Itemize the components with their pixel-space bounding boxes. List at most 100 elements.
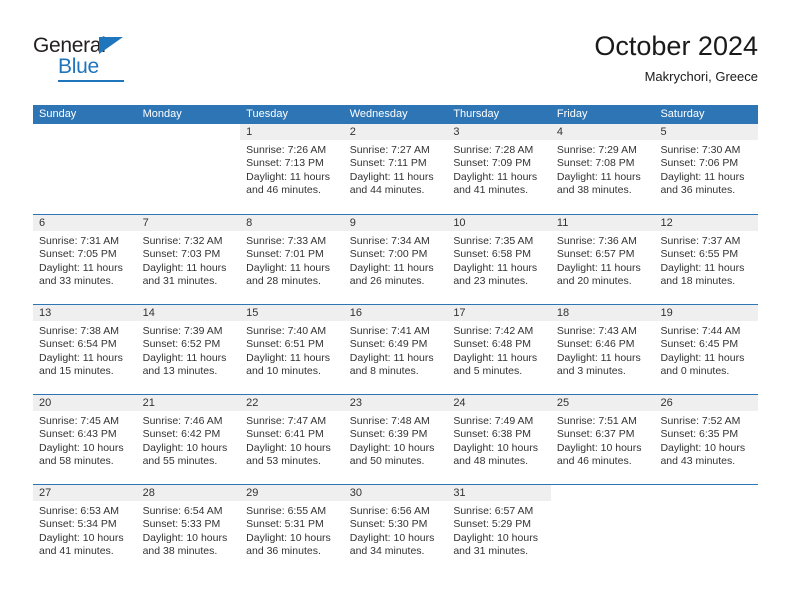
day-number: 22 [240, 395, 344, 411]
calendar-day-cell[interactable]: 7 Sunrise: 7:32 AM Sunset: 7:03 PM Daylight… [136, 215, 241, 304]
sunrise-text: Sunrise: 7:31 AM [39, 235, 119, 247]
calendar-day-cell[interactable]: 18 Sunrise: 7:43 AM Sunset: 6:46 PM Dayligh… [550, 305, 655, 394]
day-number: 27 [33, 485, 137, 501]
daylight-text: Daylight: 11 hours [660, 170, 745, 183]
calendar-day-cell[interactable]: 25 Sunrise: 7:51 AM Sunset: 6:37 PM Dayligh… [550, 395, 655, 484]
daylight-text: Daylight: 11 hours [349, 261, 434, 274]
calendar-day-cell[interactable]: 28 Sunrise: 6:54 AM Sunset: 5:33 PM Dayligh… [136, 485, 241, 574]
daylight-text-cont: and 31 minutes. [453, 545, 529, 558]
day-details [33, 140, 137, 144]
sunrise-text: Sunrise: 7:33 AM [246, 235, 327, 247]
calendar-day-cell[interactable]: 30 Sunrise: 6:56 AM Sunset: 5:30 PM Dayligh… [343, 485, 448, 574]
calendar-day-cell[interactable]: 2 Sunrise: 7:27 AM Sunset: 7:11 PM Daylight… [343, 124, 448, 214]
day-details: Sunrise: 7:42 AM Sunset: 6:48 PM Daylight:… [447, 321, 551, 379]
daylight-text-cont: and 34 minutes. [349, 545, 425, 558]
calendar-day-cell[interactable]: 23 Sunrise: 7:48 AM Sunset: 6:39 PM Dayligh… [343, 395, 448, 484]
sunset-text: Sunset: 6:43 PM [39, 428, 117, 441]
calendar-day-cell[interactable]: 12 Sunrise: 7:37 AM Sunset: 6:55 PM Dayligh… [654, 215, 759, 304]
day-number: 30 [343, 485, 448, 501]
weekday-header-monday: Monday [142, 108, 182, 120]
day-number [33, 124, 137, 140]
calendar-day-cell[interactable]: 20 Sunrise: 7:45 AM Sunset: 6:43 PM Dayligh… [33, 395, 137, 484]
day-details: Sunrise: 7:44 AM Sunset: 6:45 PM Daylight:… [654, 321, 758, 379]
daylight-text: Daylight: 10 hours [39, 531, 124, 544]
daylight-text: Daylight: 11 hours [39, 261, 123, 274]
sunrise-text: Sunrise: 7:30 AM [660, 144, 741, 156]
day-number: 5 [654, 124, 759, 140]
calendar-day-cell[interactable]: 6 Sunrise: 7:31 AM Sunset: 7:05 PM Daylight… [33, 215, 137, 304]
calendar-day-cell[interactable]: 11 Sunrise: 7:36 AM Sunset: 6:57 PM Dayligh… [550, 215, 655, 304]
weekday-header-sunday: Sunday [39, 108, 77, 120]
calendar-day-cell[interactable]: 19 Sunrise: 7:44 AM Sunset: 6:45 PM Dayligh… [654, 305, 759, 394]
calendar-day-cell[interactable]: 22 Sunrise: 7:47 AM Sunset: 6:41 PM Dayligh… [240, 395, 344, 484]
day-number: 17 [447, 305, 551, 321]
daylight-text-cont: and 28 minutes. [246, 275, 321, 288]
daylight-text-cont: and 38 minutes. [142, 545, 218, 558]
calendar-day-cell[interactable]: 10 Sunrise: 7:35 AM Sunset: 6:58 PM Dayligh… [447, 215, 551, 304]
calendar-day-cell[interactable]: 13 Sunrise: 7:38 AM Sunset: 6:54 PM Dayligh… [33, 305, 137, 394]
calendar-day-cell[interactable]: 3 Sunrise: 7:28 AM Sunset: 7:09 PM Daylight… [447, 124, 551, 214]
daylight-text: Daylight: 11 hours [660, 261, 745, 274]
page-title: October 2024 [594, 31, 758, 61]
day-details: Sunrise: 7:47 AM Sunset: 6:41 PM Daylight:… [240, 411, 344, 469]
day-details: Sunrise: 7:37 AM Sunset: 6:55 PM Daylight:… [654, 231, 758, 289]
calendar-grid: Sunday Monday Tuesday Wednesday Thursday Frid… [33, 105, 759, 574]
sunrise-text: Sunrise: 7:35 AM [453, 235, 534, 247]
sunrise-text: Sunrise: 7:34 AM [349, 235, 430, 247]
day-details: Sunrise: 7:38 AM Sunset: 6:54 PM Daylight:… [33, 321, 137, 379]
day-details: Sunrise: 7:32 AM Sunset: 7:03 PM Daylight:… [137, 231, 241, 289]
calendar-day-cell[interactable]: 15 Sunrise: 7:40 AM Sunset: 6:51 PM Dayligh… [240, 305, 344, 394]
sunrise-text: Sunrise: 7:39 AM [142, 325, 223, 337]
daylight-text: Daylight: 11 hours [660, 351, 745, 364]
sunset-text: Sunset: 7:06 PM [660, 157, 739, 170]
day-number: 13 [33, 305, 137, 321]
calendar-day-cell[interactable]: 5 Sunrise: 7:30 AM Sunset: 7:06 PM Daylight… [654, 124, 759, 214]
daylight-text-cont: and 31 minutes. [142, 275, 218, 288]
daylight-text-cont: and 8 minutes. [349, 365, 419, 378]
sunrise-text: Sunrise: 7:46 AM [142, 415, 223, 427]
page-header: General Blue October 2024 Makrychori, Gr… [33, 30, 758, 96]
daylight-text-cont: and 48 minutes. [453, 455, 529, 468]
daylight-text-cont: and 10 minutes. [246, 365, 321, 378]
sunset-text: Sunset: 6:48 PM [453, 338, 531, 351]
general-blue-logo[interactable]: General Blue [33, 34, 153, 86]
daylight-text: Daylight: 10 hours [39, 441, 124, 454]
sunset-text: Sunset: 6:54 PM [39, 338, 117, 351]
calendar-day-cell[interactable]: 24 Sunrise: 7:49 AM Sunset: 6:38 PM Dayligh… [447, 395, 551, 484]
day-details [551, 501, 655, 505]
calendar-day-cell[interactable]: 9 Sunrise: 7:34 AM Sunset: 7:00 PM Daylight… [343, 215, 448, 304]
calendar-day-cell[interactable]: 27 Sunrise: 6:53 AM Sunset: 5:34 PM Dayligh… [33, 485, 137, 574]
daylight-text-cont: and 36 minutes. [246, 545, 321, 558]
daylight-text: Daylight: 11 hours [349, 170, 434, 183]
calendar-day-cell[interactable]: 4 Sunrise: 7:29 AM Sunset: 7:08 PM Daylight… [550, 124, 655, 214]
daylight-text: Daylight: 11 hours [246, 170, 331, 183]
calendar-day-cell[interactable]: 14 Sunrise: 7:39 AM Sunset: 6:52 PM Dayligh… [136, 305, 241, 394]
calendar-day-cell[interactable]: 31 Sunrise: 6:57 AM Sunset: 5:29 PM Dayligh… [447, 485, 551, 574]
title-block: October 2024 Makrychori, Greece [594, 30, 758, 86]
sunrise-text: Sunrise: 7:44 AM [660, 325, 741, 337]
calendar-day-cell[interactable]: 26 Sunrise: 7:52 AM Sunset: 6:35 PM Dayligh… [654, 395, 759, 484]
daylight-text-cont: and 33 minutes. [39, 275, 114, 288]
day-details: Sunrise: 7:51 AM Sunset: 6:37 PM Daylight:… [551, 411, 655, 469]
calendar-day-cell-empty [550, 485, 655, 574]
logo-text-blue: Blue [58, 55, 99, 78]
calendar-day-cell[interactable]: 1 Sunrise: 7:26 AM Sunset: 7:13 PM Daylight… [240, 124, 344, 214]
daylight-text: Daylight: 10 hours [453, 531, 538, 544]
sunrise-text: Sunrise: 7:36 AM [556, 235, 637, 247]
day-number: 1 [240, 124, 344, 140]
daylight-text: Daylight: 11 hours [246, 351, 331, 364]
calendar-day-cell[interactable]: 29 Sunrise: 6:55 AM Sunset: 5:31 PM Dayligh… [240, 485, 344, 574]
sunrise-text: Sunrise: 7:27 AM [349, 144, 430, 156]
calendar-day-cell[interactable]: 21 Sunrise: 7:46 AM Sunset: 6:42 PM Dayligh… [136, 395, 241, 484]
day-number: 20 [33, 395, 137, 411]
sunset-text: Sunset: 7:03 PM [142, 248, 221, 261]
calendar-day-cell[interactable]: 17 Sunrise: 7:42 AM Sunset: 6:48 PM Dayligh… [447, 305, 551, 394]
calendar-day-cell[interactable]: 16 Sunrise: 7:41 AM Sunset: 6:49 PM Dayligh… [343, 305, 448, 394]
day-details: Sunrise: 7:40 AM Sunset: 6:51 PM Daylight:… [240, 321, 344, 379]
sunset-text: Sunset: 6:45 PM [660, 338, 739, 351]
sunset-text: Sunset: 5:29 PM [453, 518, 531, 531]
calendar-day-cell[interactable]: 8 Sunrise: 7:33 AM Sunset: 7:01 PM Daylight… [240, 215, 344, 304]
page-subtitle: Makrychori, Greece [644, 69, 758, 84]
day-details: Sunrise: 7:30 AM Sunset: 7:06 PM Daylight:… [654, 140, 758, 198]
sunset-text: Sunset: 6:41 PM [246, 428, 324, 441]
